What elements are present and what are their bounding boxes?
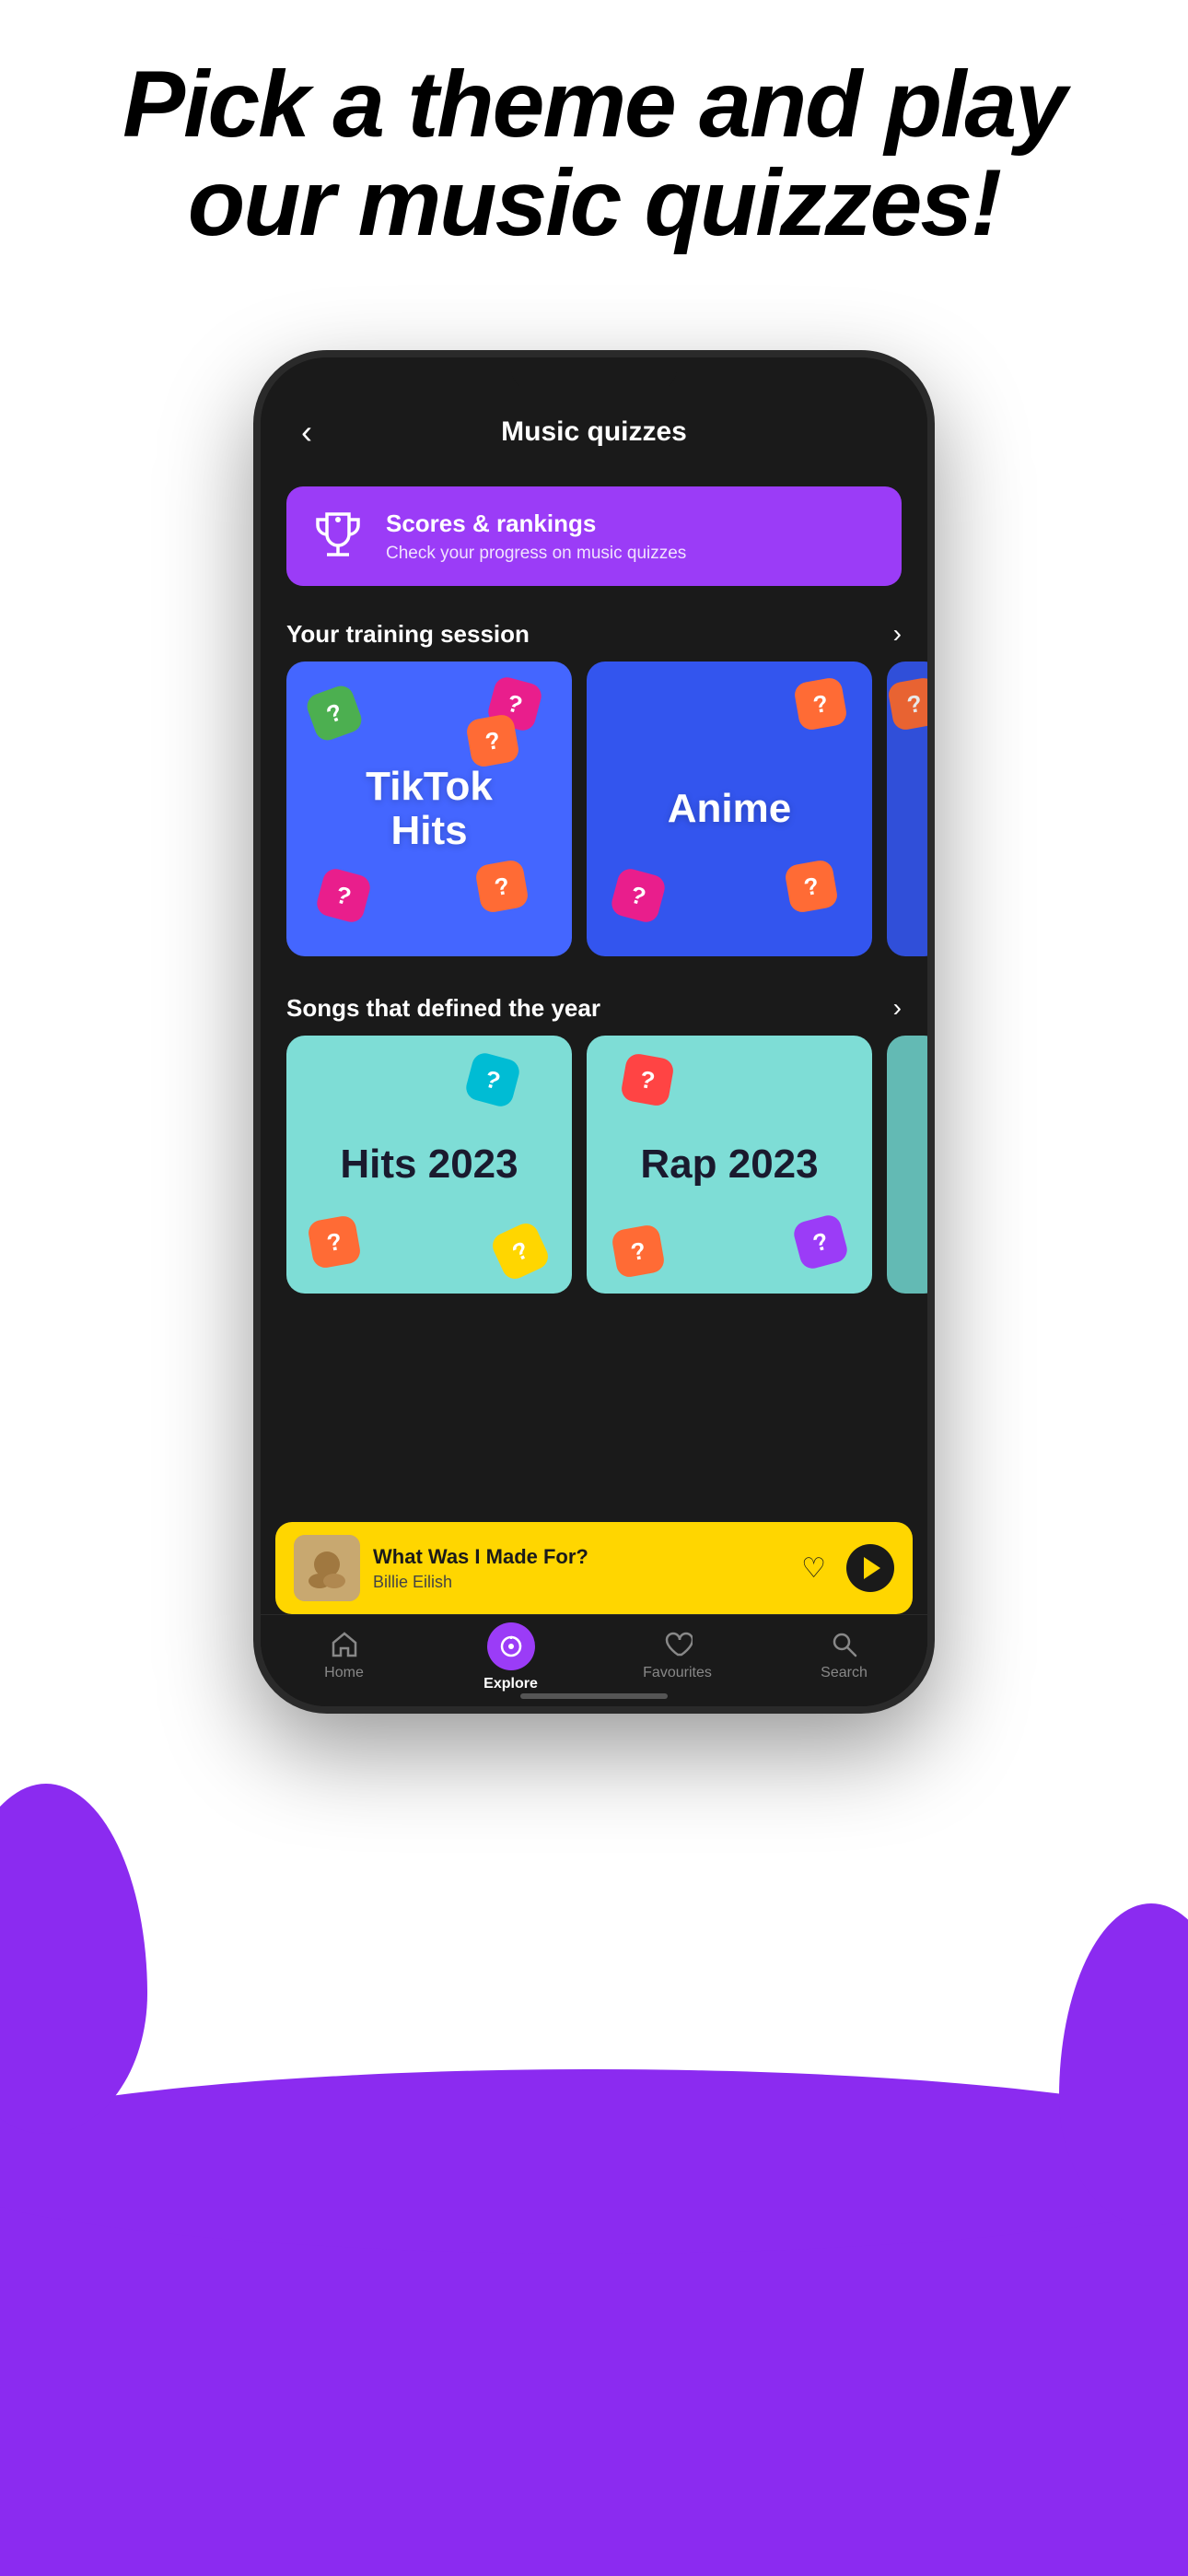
hits-2023-label: Hits 2023 [340, 1142, 518, 1187]
training-section-title: Your training session [286, 620, 530, 649]
nav-explore-label: Explore [483, 1676, 538, 1692]
phone-mockup: ‹ Music quizzes Scores & rankings Check … [253, 350, 935, 1714]
scores-subtitle: Check your progress on music quizzes [386, 544, 879, 564]
cube-orange-3: ? [793, 676, 848, 732]
cube-orange-1: ? [465, 713, 520, 768]
cube-orange-4: ? [784, 859, 839, 914]
cube-orange-2: ? [474, 859, 530, 914]
anime-card[interactable]: ? ? ? Anime [587, 662, 872, 956]
explore-icon [498, 1633, 524, 1659]
background-blob-curve [0, 2069, 1188, 2254]
home-icon [330, 1630, 359, 1659]
now-playing-info: What Was I Made For? Billie Eilish [373, 1545, 781, 1592]
training-section-header[interactable]: Your training session › [261, 604, 927, 662]
nav-home[interactable]: Home [261, 1626, 427, 1681]
album-art [294, 1535, 360, 1601]
scores-banner[interactable]: Scores & rankings Check your progress on… [286, 486, 902, 586]
nav-search-label: Search [821, 1665, 868, 1681]
background-blob-left [0, 1784, 147, 2134]
tiktok-card-label: TikTokHits [366, 765, 493, 854]
back-button[interactable]: ‹ [294, 405, 320, 459]
hits-2023-card[interactable]: ? ? ? Hits 2023 [286, 1036, 572, 1294]
year-section-title: Songs that defined the year [286, 994, 600, 1023]
favourite-button[interactable]: ♡ [794, 1545, 833, 1592]
play-button[interactable] [846, 1544, 894, 1592]
phone-notch [511, 357, 677, 391]
cube-pink-3: ? [609, 866, 668, 925]
year-section-header[interactable]: Songs that defined the year › [261, 978, 927, 1036]
cube-purple-1: ? [791, 1212, 850, 1271]
screen-title: Music quizzes [501, 416, 687, 448]
favourites-icon [663, 1630, 693, 1659]
chevron-right-icon: › [893, 619, 902, 649]
cube-yellow-1: ? [488, 1219, 552, 1282]
rap-2023-card[interactable]: ? ? ? Rap 2023 [587, 1036, 872, 1294]
scores-text: Scores & rankings Check your progress on… [386, 509, 879, 564]
chevron-right-icon-2: › [893, 993, 902, 1023]
cube-orange-7: ? [611, 1224, 666, 1279]
home-indicator [520, 1693, 668, 1699]
cube-orange-6: ? [307, 1214, 362, 1270]
nav-search[interactable]: Search [761, 1626, 927, 1681]
nav-favourites-label: Favourites [643, 1665, 712, 1681]
play-icon [864, 1557, 880, 1579]
nav-explore[interactable]: Explore [427, 1626, 594, 1692]
trophy-icon [309, 507, 367, 566]
cube-teal-1: ? [463, 1050, 522, 1109]
partial-card-hint-2 [887, 1036, 927, 1294]
phone-screen-container: ‹ Music quizzes Scores & rankings Check … [253, 350, 935, 1714]
bottom-navigation: Home Explore [261, 1614, 927, 1706]
scores-title: Scores & rankings [386, 509, 879, 538]
search-icon [830, 1630, 859, 1659]
background-blob-right [1059, 1903, 1188, 2226]
training-cards-row: ? ? ? ? ? TikTokHits ? ? ? Anime ? [261, 662, 927, 978]
cube-green-1: ? [304, 683, 366, 744]
cube-pink-2: ? [314, 866, 373, 925]
cube-orange-5: ? [887, 676, 927, 732]
explore-icon-wrapper [487, 1622, 535, 1670]
hero-title: Pick a theme and play our music quizzes! [0, 55, 1188, 252]
now-playing-title: What Was I Made For? [373, 1545, 781, 1569]
nav-home-label: Home [324, 1665, 364, 1681]
now-playing-artist: Billie Eilish [373, 1573, 781, 1592]
rap-2023-label: Rap 2023 [640, 1142, 818, 1187]
now-playing-bar[interactable]: What Was I Made For? Billie Eilish ♡ [275, 1522, 913, 1614]
tiktok-hits-card[interactable]: ? ? ? ? ? TikTokHits [286, 662, 572, 956]
year-cards-row: ? ? ? Hits 2023 ? ? ? Rap 2023 [261, 1036, 927, 1316]
anime-card-label: Anime [668, 787, 791, 831]
phone-screen: ‹ Music quizzes Scores & rankings Check … [261, 357, 927, 1706]
partial-card-hint: ? [887, 662, 927, 956]
nav-favourites[interactable]: Favourites [594, 1626, 761, 1681]
cube-red-1: ? [620, 1052, 675, 1107]
